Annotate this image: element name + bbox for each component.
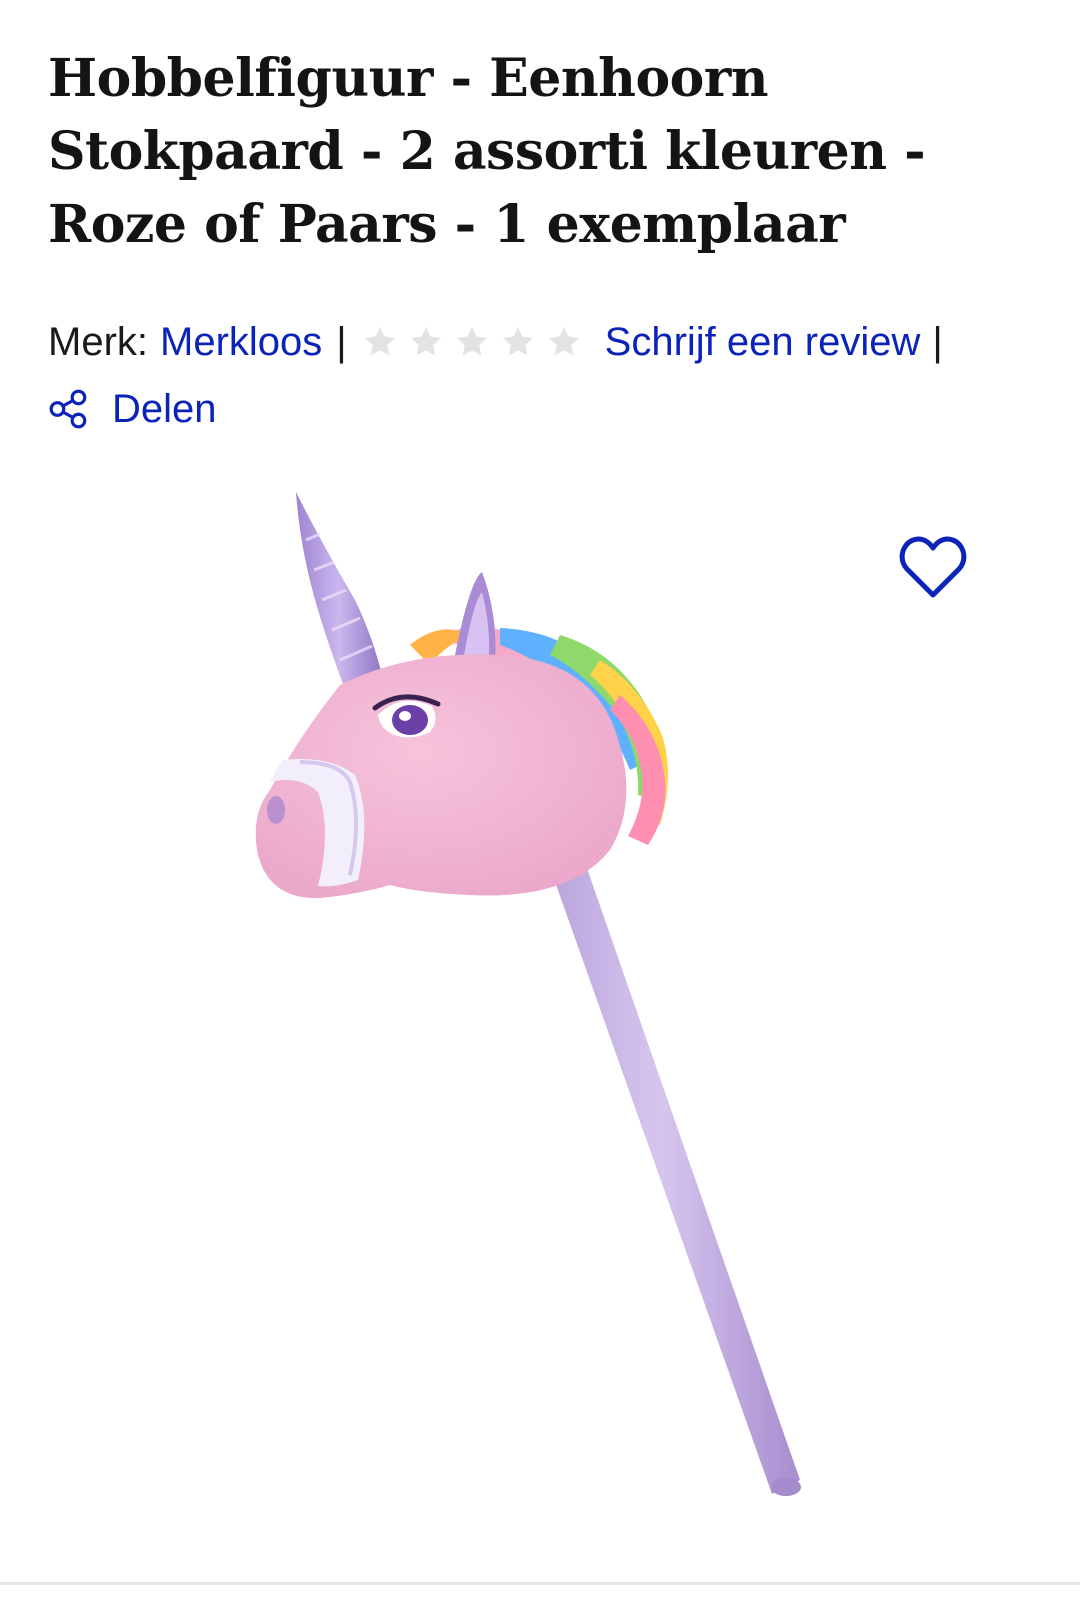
brand-link[interactable]: Merkloos — [160, 320, 322, 365]
favorite-heart-icon[interactable] — [898, 535, 968, 601]
share-button[interactable]: Delen — [48, 386, 217, 432]
star-icon — [364, 326, 395, 356]
star-icon — [548, 326, 579, 356]
product-image[interactable] — [0, 470, 1080, 1550]
star-icon — [456, 326, 487, 356]
rating-stars — [361, 323, 583, 361]
product-meta: Merk: Merkloos | Schrijf een review | — [48, 318, 957, 366]
separator: | — [932, 319, 943, 364]
product-title: Hobbelfiguur - Eenhoorn Stokpaard - 2 as… — [48, 48, 926, 255]
share-icon — [49, 389, 87, 429]
divider — [0, 1582, 1080, 1585]
write-review-link[interactable]: Schrijf een review — [605, 320, 921, 365]
share-label: Delen — [112, 386, 217, 431]
brand-label: Merk: — [48, 319, 148, 364]
star-icon — [502, 326, 533, 356]
separator: | — [336, 319, 347, 364]
star-icon — [410, 326, 441, 356]
